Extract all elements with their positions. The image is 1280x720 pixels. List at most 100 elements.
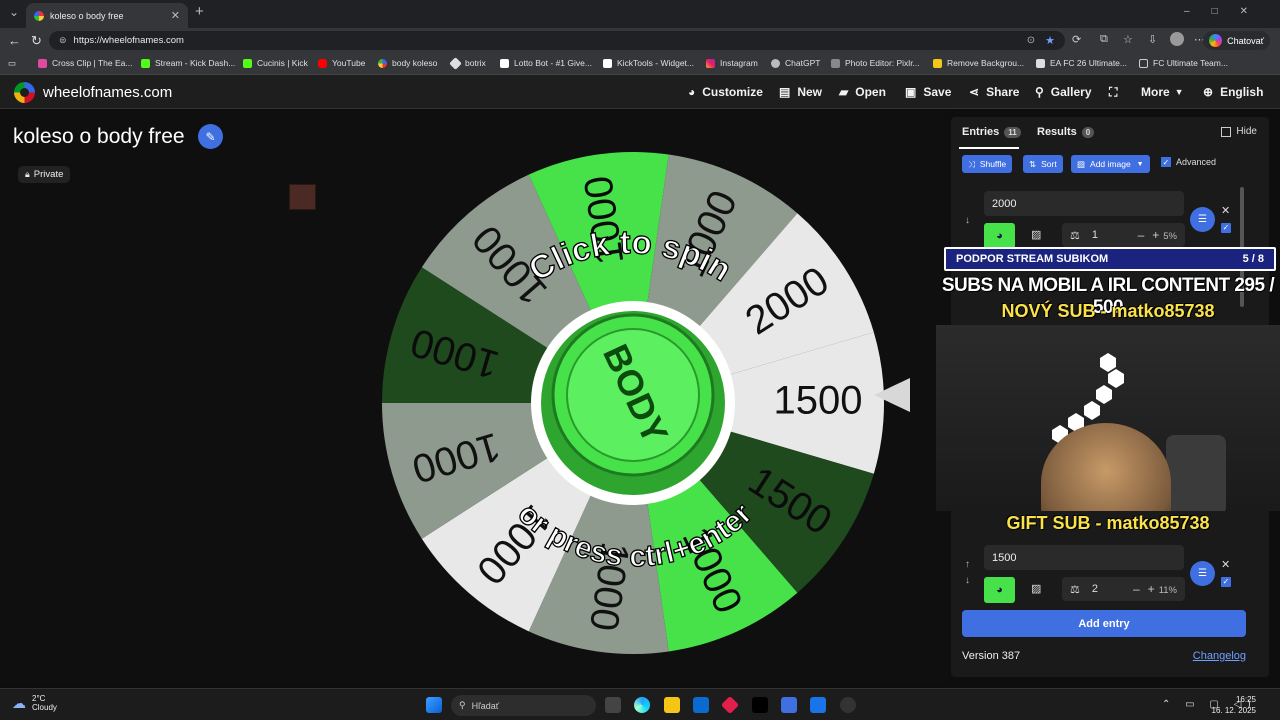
bookmark-item[interactable]: EA FC 26 Ultimate... bbox=[1036, 58, 1127, 68]
add-entry-button[interactable]: Add entry bbox=[962, 610, 1246, 637]
more-button[interactable]: More ▼ bbox=[1141, 85, 1184, 99]
site-logo[interactable]: wheelofnames.com bbox=[14, 82, 172, 103]
bookmark-item[interactable]: Cross Clip | The Ea... bbox=[38, 58, 132, 68]
bookmark-item[interactable]: ChatGPT bbox=[771, 58, 820, 68]
changelog-link[interactable]: Changelog bbox=[1193, 650, 1246, 662]
share-button[interactable]: ⋖ Share bbox=[969, 85, 1019, 99]
tab-entries[interactable]: Entries 11 bbox=[962, 126, 1021, 138]
obs-icon[interactable] bbox=[840, 697, 856, 713]
edit-title-button[interactable]: ✎ bbox=[198, 124, 223, 149]
sidebar-toggle-icon[interactable]: ▭ bbox=[8, 58, 16, 69]
shuffle-button[interactable]: ⤨ Shuffle bbox=[962, 155, 1013, 173]
extensions-icon[interactable]: ⟳ bbox=[1072, 33, 1081, 46]
entry-weight-value[interactable]: 1 bbox=[1092, 229, 1098, 241]
save-button[interactable]: ▣ Save bbox=[905, 85, 951, 99]
browser-tab[interactable]: koleso o body free ✕ bbox=[26, 3, 188, 28]
bookmark-item[interactable]: body koleso bbox=[378, 58, 437, 68]
entry-weight-field[interactable]: ⚖ 2 – +11% bbox=[1062, 577, 1185, 601]
bookmark-item[interactable]: Stream - Kick Dash... bbox=[141, 58, 235, 68]
weather-widget[interactable]: ☁ 2°C Cloudy bbox=[12, 694, 57, 712]
advanced-toggle[interactable]: ✓ Advanced bbox=[1161, 157, 1216, 167]
photos-icon[interactable] bbox=[810, 697, 826, 713]
downloads-icon[interactable]: ⇩ bbox=[1148, 33, 1157, 46]
entry-settings-button[interactable]: ☰ bbox=[1190, 561, 1215, 586]
move-down-icon[interactable]: ↓ bbox=[965, 215, 970, 226]
entry-color-button[interactable]: ◕ bbox=[984, 577, 1015, 603]
increment-icon[interactable]: + bbox=[1148, 582, 1155, 596]
file-explorer-icon[interactable] bbox=[664, 697, 680, 713]
entry-image-button[interactable]: ▨ bbox=[1031, 228, 1041, 241]
hide-checkbox[interactable] bbox=[1221, 126, 1232, 137]
bookmark-item[interactable]: Instagram bbox=[706, 58, 758, 68]
wheel-svg[interactable]: 15001500100010001000100010001000 1000 1000… bbox=[380, 150, 886, 656]
taskbar-search[interactable]: ⚲ Hľadať bbox=[451, 695, 596, 716]
gift-sub-alert: GIFT SUB - matko85738 bbox=[1006, 513, 1210, 533]
reader-icon[interactable]: ⊙ bbox=[1027, 35, 1035, 46]
bookmark-item[interactable]: botrix bbox=[449, 56, 486, 70]
app-diamond-icon[interactable] bbox=[720, 695, 740, 715]
bookmark-item[interactable]: Lotto Bot - #1 Give... bbox=[500, 58, 592, 68]
copilot-chat-button[interactable]: Chatovať bbox=[1203, 31, 1270, 50]
move-up-icon[interactable]: ↑ bbox=[965, 559, 970, 570]
copilot-chat-label: Chatovať bbox=[1227, 35, 1264, 46]
increment-icon[interactable]: + bbox=[1152, 228, 1159, 242]
tab-list-icon[interactable]: ⌄ bbox=[9, 5, 19, 19]
bookmark-item[interactable]: FC Ultimate Team... bbox=[1139, 58, 1228, 68]
entry-enabled-checkbox[interactable]: ✓ bbox=[1221, 223, 1231, 233]
move-down-icon[interactable]: ↓ bbox=[965, 575, 970, 586]
window-controls[interactable]: –□✕ bbox=[1184, 6, 1270, 17]
new-tab-icon[interactable]: + bbox=[195, 3, 204, 20]
add-image-button[interactable]: ▨ Add image ▼ bbox=[1071, 155, 1150, 173]
entry-enabled-checkbox[interactable]: ✓ bbox=[1221, 577, 1231, 587]
customize-button[interactable]: ◕ Customize bbox=[688, 85, 763, 99]
store-icon[interactable] bbox=[693, 697, 709, 713]
split-screen-icon[interactable]: ⧉ bbox=[1100, 33, 1108, 46]
more-label: More bbox=[1141, 85, 1170, 99]
close-tab-icon[interactable]: ✕ bbox=[171, 9, 180, 22]
tiktok-icon[interactable] bbox=[752, 697, 768, 713]
tab-results[interactable]: Results 0 bbox=[1037, 126, 1095, 138]
entry-value: 2000 bbox=[992, 197, 1017, 210]
entry-text-input[interactable]: 2000 bbox=[984, 191, 1184, 216]
bookmark-item[interactable]: KickTools - Widget... bbox=[603, 58, 694, 68]
favorite-star-icon[interactable]: ★ bbox=[1045, 34, 1055, 47]
search-icon: ⚲ bbox=[459, 700, 466, 710]
profile-avatar[interactable] bbox=[1170, 32, 1184, 46]
notes-icon[interactable] bbox=[781, 697, 797, 713]
browser-tab-bar: ⌄ koleso o body free ✕ + –□✕ bbox=[0, 0, 1280, 28]
entry-settings-button[interactable]: ☰ bbox=[1190, 207, 1215, 232]
fullscreen-button[interactable]: ⛶ bbox=[1109, 85, 1124, 100]
entry-image-button[interactable]: ▨ bbox=[1031, 582, 1041, 595]
new-button[interactable]: ▤ New bbox=[779, 85, 822, 99]
delete-entry-icon[interactable]: ✕ bbox=[1221, 204, 1230, 217]
reload-icon[interactable]: ↻ bbox=[31, 33, 42, 49]
entry-weight-value[interactable]: 2 bbox=[1092, 583, 1098, 595]
entry-weight-field[interactable]: ⚖ 1 – +5% bbox=[1062, 223, 1185, 247]
site-info-icon[interactable]: ⊜ bbox=[59, 35, 67, 46]
gallery-button[interactable]: ⚲ Gallery bbox=[1035, 85, 1092, 99]
advanced-checkbox[interactable]: ✓ bbox=[1161, 157, 1171, 167]
url-field[interactable]: ⊜ https://wheelofnames.com ⊙ ★ bbox=[49, 31, 1065, 50]
task-view-icon[interactable] bbox=[605, 697, 621, 713]
decrement-icon[interactable]: – bbox=[1133, 582, 1140, 596]
open-button[interactable]: ▰ Open bbox=[839, 85, 886, 99]
bookmark-item[interactable]: Remove Backgrou... bbox=[933, 58, 1024, 68]
bookmark-item[interactable]: YouTube bbox=[318, 58, 365, 68]
entry-text-input[interactable]: 1500 bbox=[984, 545, 1184, 570]
start-icon[interactable] bbox=[426, 697, 442, 713]
entry-weight-controls: – +5% bbox=[1134, 228, 1177, 242]
language-button[interactable]: ⊕ English bbox=[1203, 85, 1263, 99]
edge-icon[interactable] bbox=[634, 697, 650, 713]
private-badge[interactable]: 🔒︎ Private bbox=[18, 166, 71, 183]
sort-button[interactable]: ⇅ Sort bbox=[1023, 155, 1063, 173]
hide-toggle[interactable]: Hide bbox=[1221, 126, 1257, 137]
clock[interactable]: 16:25 16. 12. 2025 bbox=[1212, 694, 1256, 716]
back-icon[interactable]: ← bbox=[8, 33, 21, 48]
spin-wheel[interactable]: 1500 1500 1000 1000 1000 1000 1000 1000 1000 1000… bbox=[380, 150, 886, 656]
bookmark-item[interactable]: Photo Editor: Pixlr... bbox=[831, 58, 920, 68]
bookmark-label: Instagram bbox=[720, 58, 758, 68]
decrement-icon[interactable]: – bbox=[1138, 228, 1145, 242]
favorites-icon[interactable]: ☆ bbox=[1123, 33, 1133, 46]
delete-entry-icon[interactable]: ✕ bbox=[1221, 558, 1230, 571]
bookmark-item[interactable]: Cucinis | Kick bbox=[243, 58, 308, 68]
